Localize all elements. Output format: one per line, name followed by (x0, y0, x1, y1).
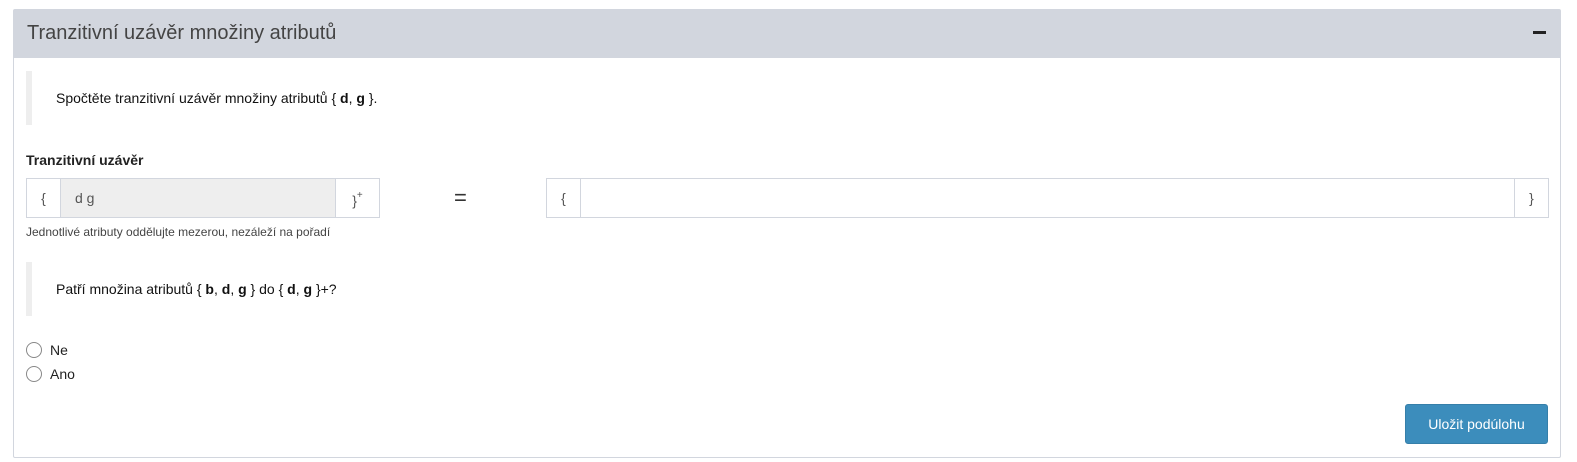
q-attr-g: g (238, 281, 247, 297)
task-text-suffix: }. (364, 90, 378, 106)
close-brace-plus-addon: }+ (335, 179, 379, 217)
q-mid: } do { (246, 281, 288, 297)
q-prefix: Patří množina atributů { (56, 281, 206, 297)
panel-title: Tranzitivní uzávěr množiny atributů (27, 22, 337, 44)
q-attr-b: b (205, 281, 214, 297)
save-subtask-button[interactable]: Uložit podúlohu (1405, 404, 1548, 444)
question-text: Patří množina atributů { b, d, g } do { … (56, 281, 337, 297)
radio-button-ne[interactable] (26, 342, 42, 358)
task-text-prefix: Spočtěte tranzitivní uzávěr množiny atri… (56, 90, 341, 106)
task-attr-d: d (340, 90, 349, 106)
radio-button-ano[interactable] (26, 366, 42, 382)
collapse-minus-icon[interactable] (1533, 31, 1546, 34)
equals-sign: = (454, 185, 467, 210)
panel-header: Tranzitivní uzávěr množiny atributů (14, 10, 1560, 58)
q-closure-attr-d: d (287, 281, 296, 297)
plus-superscript: + (356, 190, 363, 201)
q-sep: , (295, 281, 304, 297)
q-suffix: }+? (312, 281, 337, 297)
question-callout: Patří množina atributů { b, d, g } do { … (26, 262, 1026, 316)
task-panel: Tranzitivní uzávěr množiny atributů Spoč… (13, 9, 1561, 458)
closure-readonly-input: d g (61, 179, 335, 217)
task-callout: Spočtěte tranzitivní uzávěr množiny atri… (26, 71, 1026, 125)
option-ne[interactable]: Ne (26, 342, 68, 358)
option-ne-label: Ne (50, 342, 68, 358)
result-open-brace-addon: { (547, 179, 581, 217)
option-ano[interactable]: Ano (26, 366, 75, 382)
task-attr-g: g (356, 90, 365, 106)
result-input-group: { } (546, 178, 1549, 218)
closure-input-group: { d g }+ (26, 178, 380, 218)
result-close-brace-addon: } (1514, 179, 1548, 217)
task-text: Spočtěte tranzitivní uzávěr množiny atri… (56, 90, 377, 106)
q-sep: , (213, 281, 222, 297)
q-closure-attr-g: g (303, 281, 313, 297)
open-brace-addon: { (27, 179, 61, 217)
q-sep: , (230, 281, 239, 297)
help-text: Jednotlivé atributy oddělujte mezerou, n… (26, 225, 331, 239)
closure-result-input[interactable] (581, 179, 1514, 217)
closure-label: Tranzitivní uzávěr (26, 152, 144, 168)
option-ano-label: Ano (50, 366, 75, 382)
